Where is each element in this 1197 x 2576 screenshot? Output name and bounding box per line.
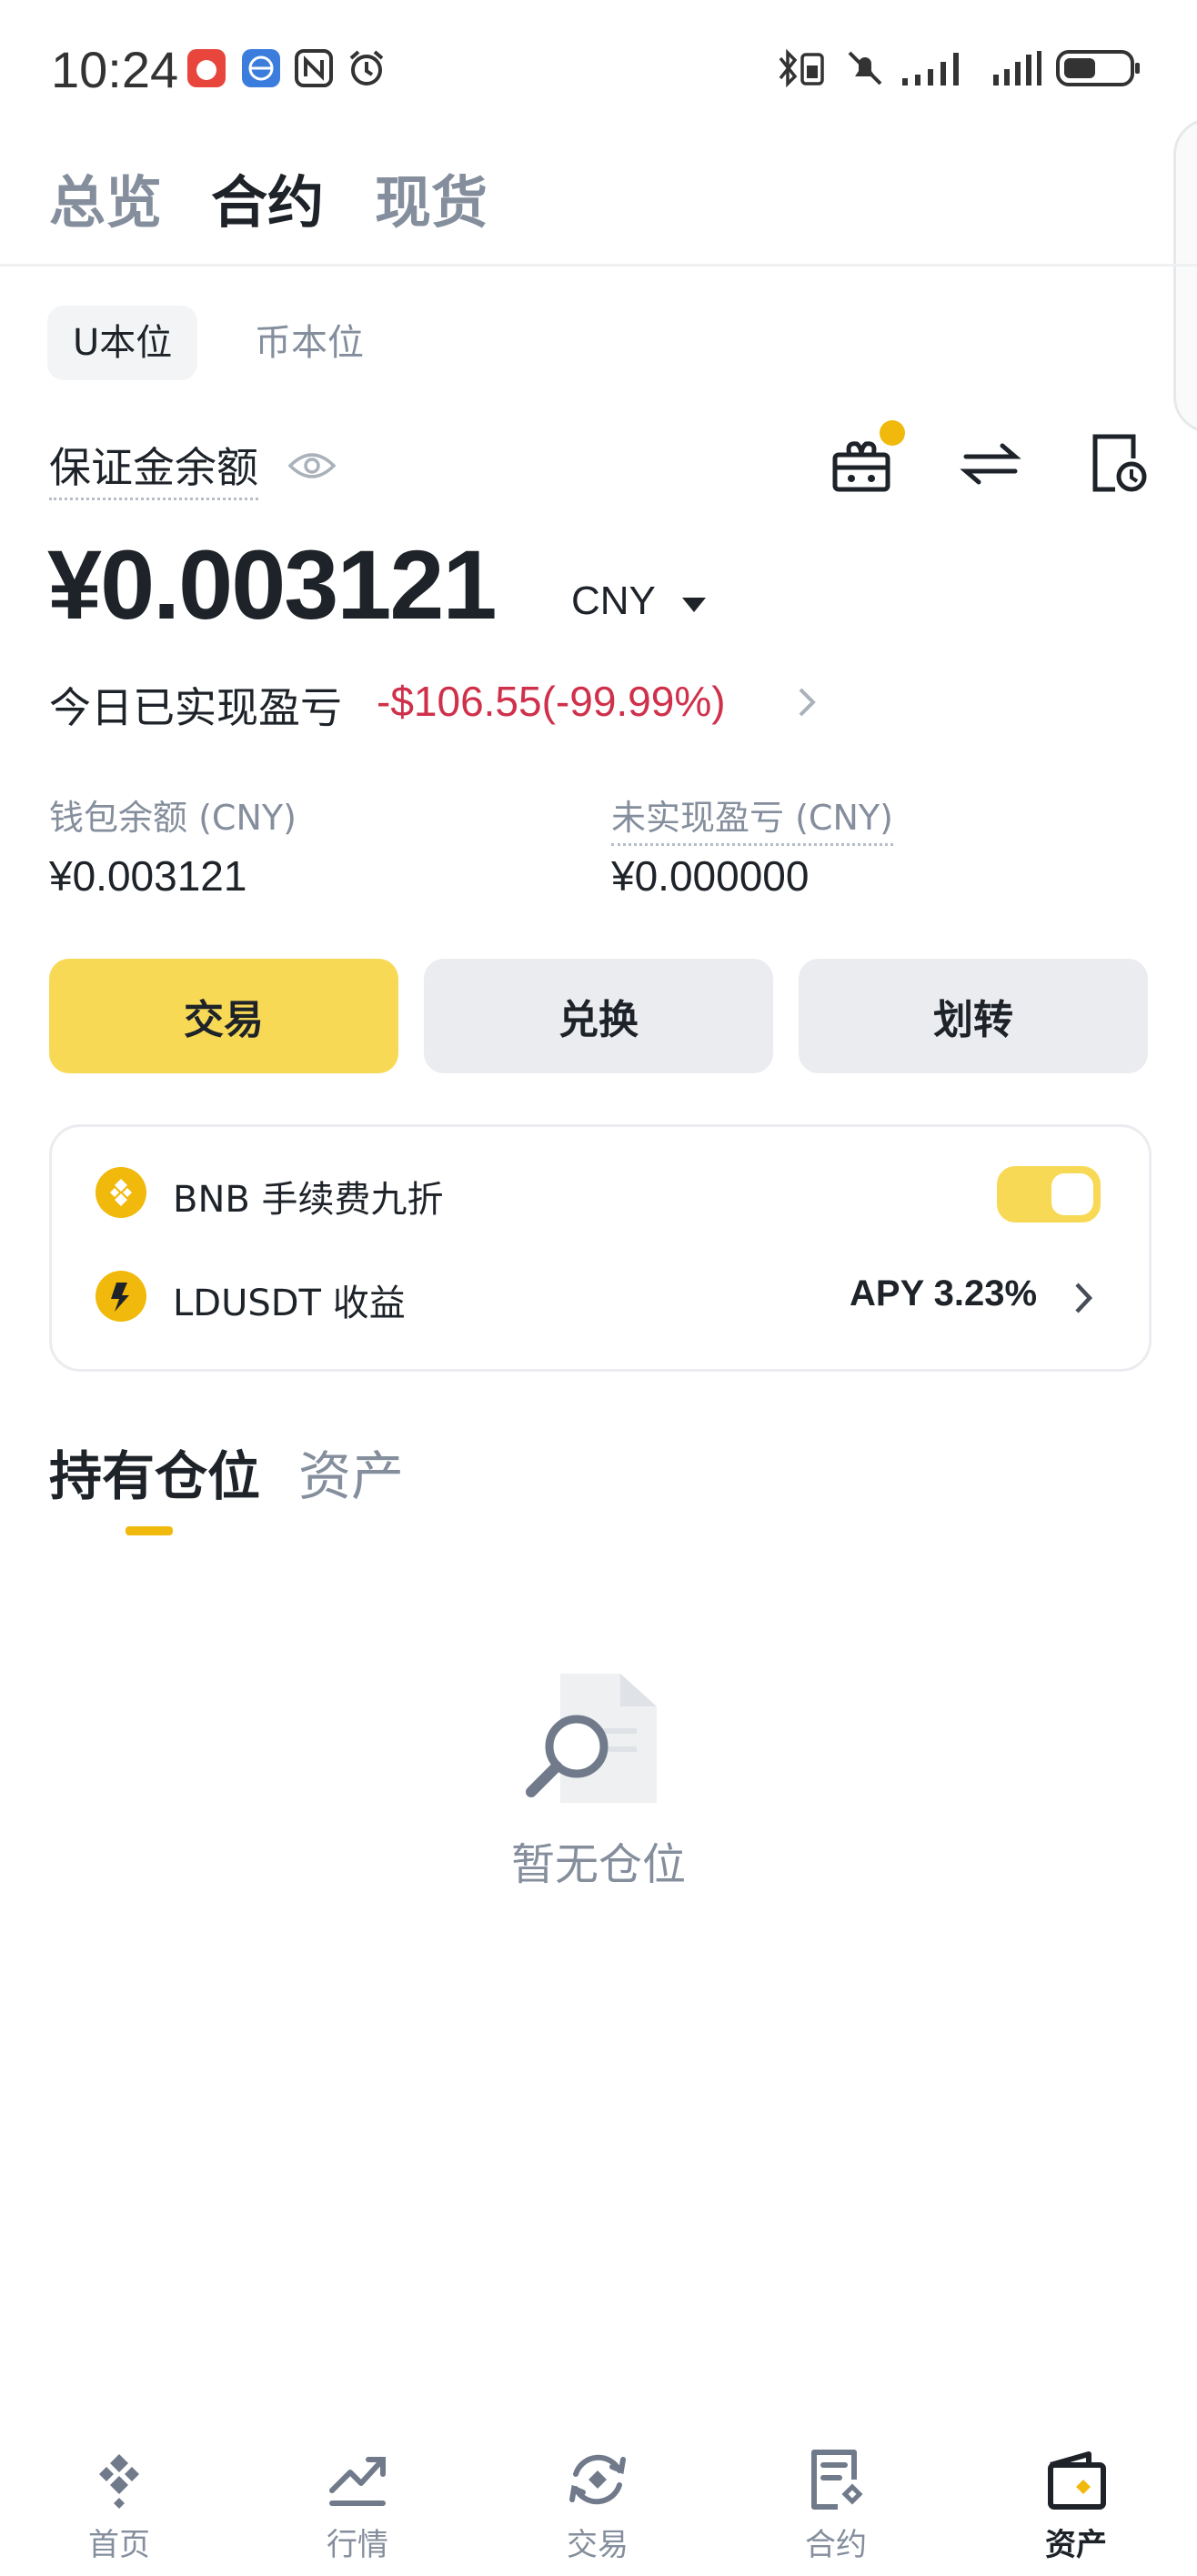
trade-button[interactable]: 交易 <box>49 959 398 1073</box>
status-time: 10:24 <box>51 41 179 98</box>
today-pnl-label: 今日已实现盈亏 <box>49 683 342 732</box>
markets-icon <box>329 2457 386 2506</box>
tab-coin-margined[interactable]: 币本位 <box>229 306 389 380</box>
nfc-icon <box>295 49 333 87</box>
mute-icon <box>848 51 882 86</box>
active-tab-indicator <box>126 1526 173 1535</box>
nav-home-label: 首页 <box>88 2527 150 2563</box>
home-icon <box>99 2454 139 2509</box>
trade-icon <box>569 2454 626 2505</box>
bnb-fee-toggle[interactable] <box>997 1166 1101 1223</box>
wallet-balance-label: 钱包余额 (CNY) <box>49 798 297 838</box>
tab-spot[interactable]: 现货 <box>375 156 488 238</box>
empty-positions-text: 暂无仓位 <box>510 1839 686 1890</box>
signal-2-icon <box>993 51 1041 86</box>
header-divider <box>0 264 1197 267</box>
transfer-arrows-icon[interactable] <box>959 431 1022 495</box>
app-notification-icon <box>187 49 226 87</box>
convert-button[interactable]: 兑换 <box>424 959 773 1073</box>
battery-icon <box>1056 50 1140 86</box>
currency-selector[interactable]: CNY <box>571 579 656 624</box>
tab-open-positions[interactable]: 持有仓位 <box>49 1434 260 1510</box>
tab-assets[interactable]: 资产 <box>298 1434 404 1510</box>
unrealized-pnl-value: ¥0.000000 <box>611 852 810 900</box>
alarm-icon <box>349 50 384 86</box>
apy-value[interactable]: APY 3.23% <box>850 1273 1037 1314</box>
nav-assets-label: 资产 <box>1045 2527 1107 2563</box>
margin-balance-label[interactable]: 保证金余额 <box>49 435 258 500</box>
nav-markets-label: 行情 <box>327 2527 388 2563</box>
nav-trade-label: 交易 <box>567 2527 629 2563</box>
unrealized-pnl-label-text: 未实现盈亏 (CNY) <box>611 798 893 846</box>
side-panel-handle[interactable] <box>1173 118 1197 433</box>
tab-usdt-margined[interactable]: U本位 <box>47 306 198 380</box>
transfer-button[interactable]: 划转 <box>799 959 1148 1073</box>
eye-icon[interactable] <box>287 446 337 486</box>
empty-search-icon <box>526 1674 657 1803</box>
bnb-icon <box>96 1167 146 1218</box>
history-icon[interactable] <box>1086 431 1150 495</box>
caret-down-icon[interactable] <box>682 598 706 612</box>
margin-balance-label-text: 保证金余额 <box>49 443 258 500</box>
signal-1-icon <box>902 53 959 86</box>
margin-balance-amount: ¥0.003121 <box>47 529 498 639</box>
nav-futures-label: 合约 <box>805 2527 867 2563</box>
tab-futures[interactable]: 合约 <box>211 156 324 238</box>
today-pnl-value[interactable]: -$106.55(-99.99%) <box>377 677 726 726</box>
browser-notification-icon <box>242 49 280 87</box>
toggle-knob <box>1051 1173 1093 1215</box>
unrealized-pnl-label[interactable]: 未实现盈亏 (CNY) <box>611 790 893 846</box>
notification-dot <box>880 420 905 446</box>
bnb-fee-label: BNB 手续费九折 <box>173 1179 444 1221</box>
ldusdt-earn-label[interactable]: LDUSDT 收益 <box>173 1273 406 1326</box>
bluetooth-battery-icon <box>779 48 824 88</box>
wallet-balance-value: ¥0.003121 <box>49 852 247 900</box>
nav-futures[interactable]: 合约 <box>768 2447 904 2564</box>
nav-trade[interactable]: 交易 <box>529 2447 666 2564</box>
wallet-icon <box>1048 2451 1106 2510</box>
futures-icon <box>811 2450 863 2510</box>
chevron-right-icon[interactable] <box>793 684 820 720</box>
nav-home[interactable]: 首页 <box>51 2447 187 2564</box>
tab-overview[interactable]: 总览 <box>49 156 162 238</box>
ldusdt-icon <box>96 1271 146 1322</box>
fee-earn-card <box>49 1124 1152 1372</box>
nav-markets[interactable]: 行情 <box>289 2447 426 2564</box>
nav-assets[interactable]: 资产 <box>1008 2447 1144 2564</box>
chevron-right-icon[interactable] <box>1070 1277 1097 1319</box>
